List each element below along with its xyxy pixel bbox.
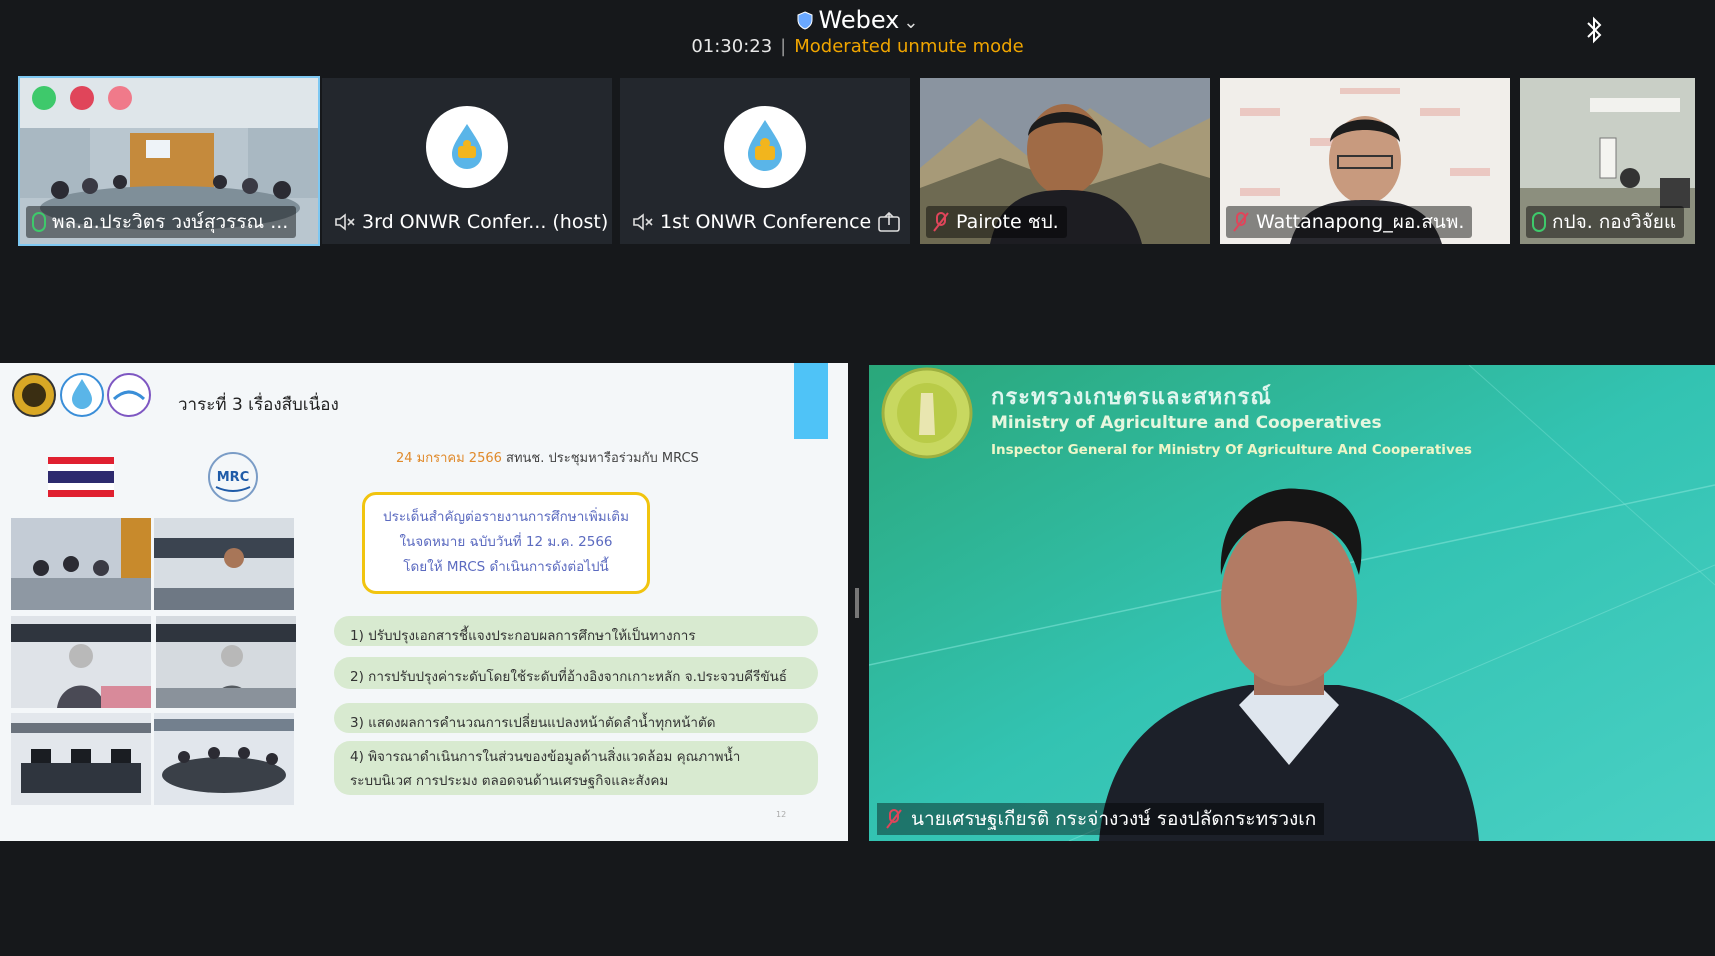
participant-tile[interactable]: 1st ONWR Conference <box>620 78 910 244</box>
participant-name-tag: พล.อ.ประวิตร วงษ์สุวรรณ ... <box>26 206 297 238</box>
meeting-photo <box>11 713 151 805</box>
speaker-background <box>869 365 1715 841</box>
microphone-icon <box>1532 212 1546 232</box>
participant-tile[interactable]: กปจ. กองวิจัยแ <box>1520 78 1695 244</box>
participant-name-tag: 1st ONWR Conference <box>626 206 909 238</box>
thailand-flag-icon <box>48 457 114 497</box>
participant-name-tag: Wattanapong_ผอ.สนพ. <box>1226 206 1473 238</box>
shield-icon <box>797 11 813 30</box>
app-title[interactable]: Webex ⌄ <box>0 6 1715 34</box>
participant-name: 3rd ONWR Confer... (host) <box>362 211 609 233</box>
participant-tile[interactable]: Wattanapong_ผอ.สนพ. <box>1220 78 1510 244</box>
org-name-english: Ministry of Agriculture and Cooperatives <box>991 413 1382 433</box>
participant-tile[interactable]: 3rd ONWR Confer... (host) <box>322 78 612 244</box>
onwr-logo <box>426 106 508 188</box>
slide-page-number: 12 <box>776 810 787 819</box>
meeting-photo <box>154 518 294 610</box>
status-separator: | <box>780 36 787 57</box>
share-screen-icon <box>878 211 901 232</box>
microphone-muted-icon <box>1233 212 1249 232</box>
mrc-logo-text: MRC <box>217 470 250 485</box>
meeting-photo <box>11 616 151 708</box>
onwr-logo <box>724 106 806 188</box>
participant-name: กปจ. กองวิจัยแ <box>1552 211 1677 233</box>
chevron-down-icon[interactable]: ⌄ <box>903 12 918 33</box>
slide-list-item-line: 4) พิจารณาดำเนินการในส่วนของข้อมูลด้านสิ… <box>350 749 741 765</box>
slide-date: 24 มกราคม 2566 <box>396 451 502 466</box>
meeting-status: 01:30:23 | Moderated unmute mode <box>0 36 1715 57</box>
meeting-photo <box>156 616 296 708</box>
slide-list-item-line: ระบบนิเวศ การประมง ตลอดจนด้านเศรษฐกิจและ… <box>350 773 669 789</box>
bluetooth-icon[interactable] <box>1582 14 1606 46</box>
slide-blue-tab <box>794 363 828 439</box>
active-speaker-video[interactable]: กระทรวงเกษตรและสหกรณ์ Ministry of Agricu… <box>869 365 1715 841</box>
speaker-muted-icon <box>335 213 355 231</box>
participant-strip: พล.อ.ประวิตร วงษ์สุวรรณ ... 3rd ONWR Con… <box>18 76 1695 246</box>
slide-list-item: 4) พิจารณาดำเนินการในส่วนของข้อมูลด้านสิ… <box>334 741 818 795</box>
speaker-name: นายเศรษฐเกียรติ กระจ่างวงษ์ รองปลัดกระทร… <box>911 808 1317 830</box>
participant-name-tag: 3rd ONWR Confer... (host) <box>328 206 612 238</box>
meeting-photo <box>11 518 151 610</box>
shared-content-slide[interactable]: วาระที่ 3 เรื่องสืบเนื่อง MRC 24 มกราคม … <box>0 363 848 841</box>
layout-resize-handle[interactable] <box>855 588 859 618</box>
slide-list-item: 3) แสดงผลการคำนวณการเปลี่ยนแปลงหน้าตัดลำ… <box>334 703 818 733</box>
water-drop-logo-icon <box>748 120 782 171</box>
microphone-icon <box>32 212 46 232</box>
slide-date-heading: 24 มกราคม 2566 สทนช. ประชุมหารือร่วมกับ … <box>396 447 699 468</box>
slide-logos <box>12 373 151 417</box>
participant-tile[interactable]: พล.อ.ประวิตร วงษ์สุวรรณ ... <box>18 76 320 246</box>
participant-name-tag: กปจ. กองวิจัยแ <box>1526 206 1685 238</box>
slide-agenda-title: วาระที่ 3 เรื่องสืบเนื่อง <box>178 395 339 415</box>
participant-name-tag: Pairote ชป. <box>926 206 1067 238</box>
speaker-muted-icon <box>633 213 653 231</box>
participant-name: Pairote ชป. <box>956 211 1059 233</box>
microphone-muted-icon <box>886 809 902 829</box>
slide-list-item: 2) การปรับปรุงค่าระดับโดยใช้ระดับที่อ้าง… <box>334 657 818 689</box>
meeting-photo <box>154 713 294 805</box>
meeting-timer: 01:30:23 <box>691 36 773 57</box>
box-line: โดยให้ MRCS ดำเนินการดังต่อไปนี้ <box>403 559 609 575</box>
box-line: ประเด็นสำคัญต่อรายงานการศึกษาเพิ่มเติม <box>383 509 629 525</box>
box-line: ในจดหมาย ฉบับวันที่ 12 ม.ค. 2566 <box>399 534 613 550</box>
mrc-logo-icon: MRC <box>208 452 258 502</box>
microphone-muted-icon <box>933 212 949 232</box>
participant-name: 1st ONWR Conference <box>660 211 872 233</box>
slide-list-item: 1) ปรับปรุงเอกสารชี้แจงประกอบผลการศึกษาใ… <box>334 616 818 646</box>
app-name: Webex <box>818 6 900 34</box>
org-subtitle: Inspector General for Ministry Of Agricu… <box>991 442 1472 458</box>
slide-highlight-box: ประเด็นสำคัญต่อรายงานการศึกษาเพิ่มเติม ใ… <box>362 492 650 594</box>
participant-name: พล.อ.ประวิตร วงษ์สุวรรณ ... <box>52 211 289 233</box>
unmute-mode-label: Moderated unmute mode <box>794 36 1024 57</box>
slide-date-rest: สทนช. ประชุมหารือร่วมกับ MRCS <box>501 451 699 466</box>
speaker-name-tag: นายเศรษฐเกียรติ กระจ่างวงษ์ รองปลัดกระทร… <box>877 803 1325 835</box>
org-name-thai: กระทรวงเกษตรและสหกรณ์ <box>991 385 1272 410</box>
participant-name: Wattanapong_ผอ.สนพ. <box>1256 211 1465 233</box>
participant-tile[interactable]: Pairote ชป. <box>920 78 1210 244</box>
water-drop-logo-icon <box>452 124 482 169</box>
meeting-header: Webex ⌄ 01:30:23 | Moderated unmute mode <box>0 0 1715 72</box>
